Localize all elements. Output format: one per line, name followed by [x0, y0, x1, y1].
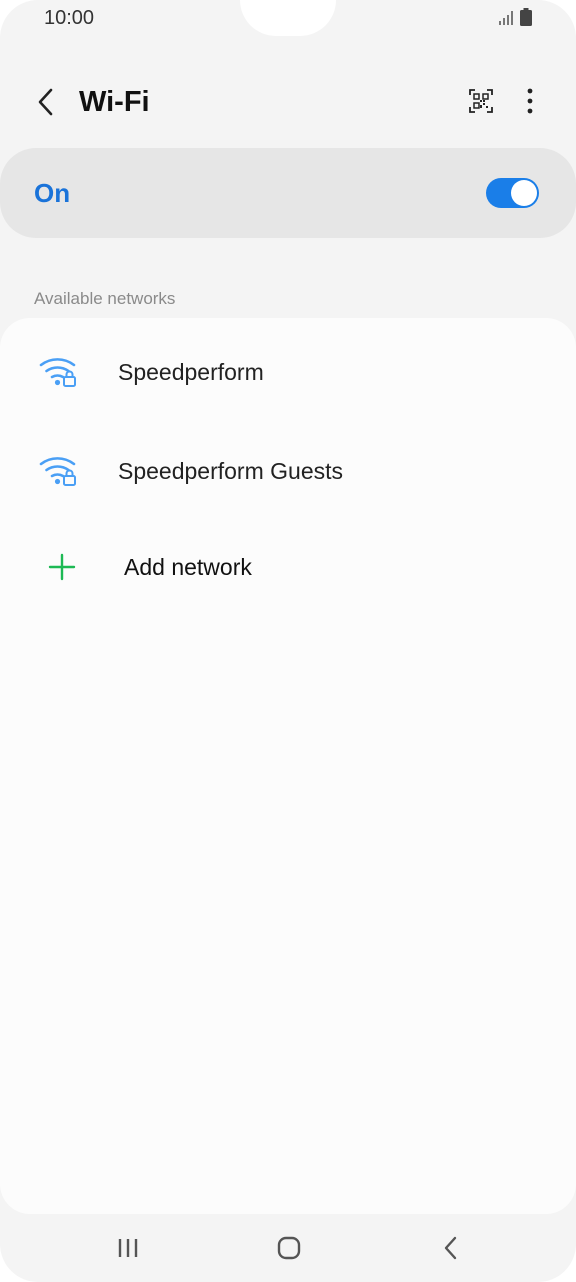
battery-icon: [520, 8, 532, 31]
switch-knob: [511, 180, 537, 206]
wifi-toggle-row[interactable]: On: [0, 148, 576, 238]
recent-apps-button[interactable]: [103, 1230, 153, 1270]
app-header: Wi-Fi: [0, 70, 576, 138]
networks-list: Speedperform Speedperform Guests Add net…: [0, 318, 576, 1214]
page-title: Wi-Fi: [79, 86, 150, 118]
wifi-locked-icon: [38, 452, 80, 488]
status-bar: 10:00: [0, 0, 576, 40]
back-button[interactable]: [28, 84, 64, 124]
qr-code-button[interactable]: [466, 88, 496, 118]
wifi-switch[interactable]: [486, 178, 539, 208]
status-icons: [498, 8, 532, 31]
add-network-item[interactable]: Add network: [0, 520, 576, 610]
add-network-label: Add network: [124, 554, 252, 580]
available-networks-label: Available networks: [34, 289, 176, 308]
phone-screen: 10:00 Wi-Fi On Available networks Speedp…: [0, 0, 576, 1282]
wifi-locked-icon: [38, 353, 80, 389]
network-name: Speedperform: [118, 359, 264, 385]
qr-code-icon: [469, 88, 493, 118]
home-button[interactable]: [264, 1230, 314, 1270]
status-time: 10:00: [44, 7, 95, 29]
home-icon: [276, 1235, 302, 1266]
wifi-toggle-label: On: [34, 178, 71, 208]
signal-icon: [498, 10, 514, 31]
navigation-bar: [0, 1216, 576, 1282]
network-item[interactable]: Speedperform Guests: [0, 422, 576, 512]
back-nav-icon: [442, 1235, 460, 1266]
recent-apps-icon: [116, 1237, 140, 1264]
network-item[interactable]: Speedperform: [0, 323, 576, 413]
plus-icon: [48, 553, 76, 581]
network-name: Speedperform Guests: [118, 458, 344, 484]
more-options-button[interactable]: [516, 88, 544, 118]
back-nav-button[interactable]: [426, 1230, 476, 1270]
back-icon: [36, 87, 56, 122]
more-options-icon: [526, 88, 534, 119]
